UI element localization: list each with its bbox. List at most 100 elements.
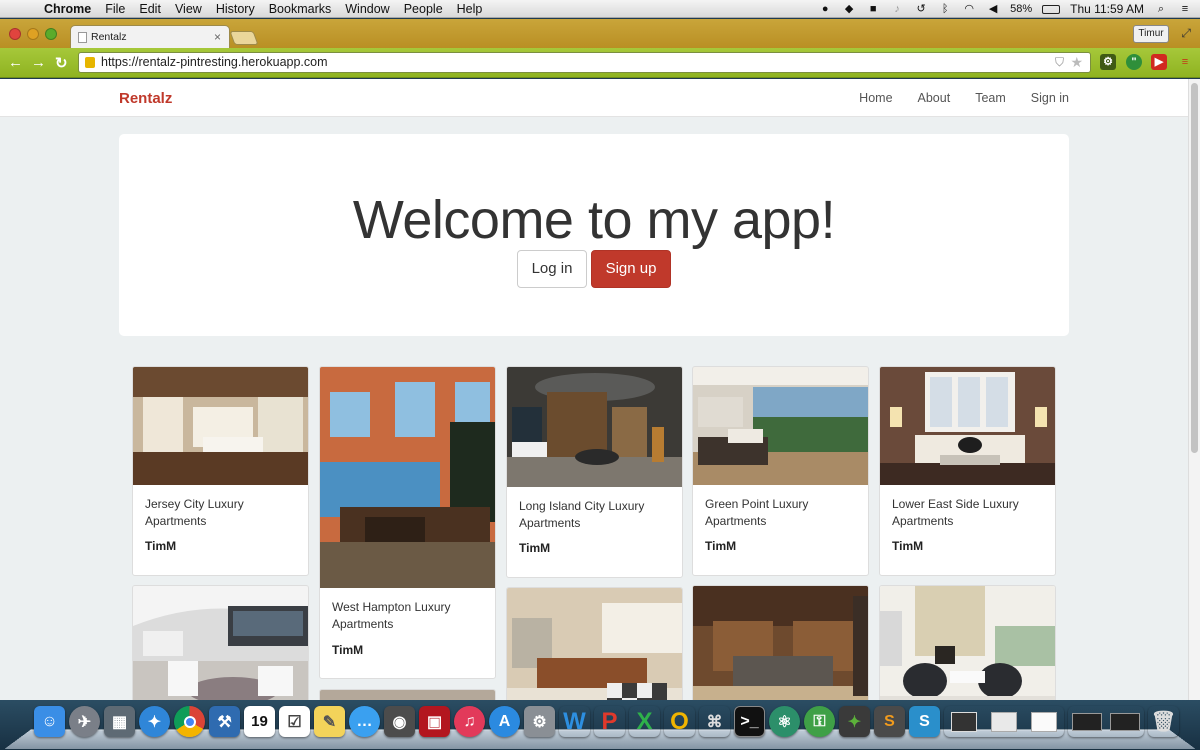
app-menu[interactable]: Chrome bbox=[44, 2, 98, 16]
settings-extension-icon[interactable]: ⚙ bbox=[1100, 54, 1116, 70]
fullscreen-icon[interactable]: ⤢ bbox=[1181, 26, 1191, 41]
hangouts-extension-icon[interactable]: " bbox=[1126, 54, 1142, 70]
listing-card[interactable] bbox=[506, 587, 683, 700]
sign-up-button[interactable]: Sign up bbox=[591, 250, 671, 288]
menu-window[interactable]: Window bbox=[338, 2, 396, 16]
listing-title[interactable]: West Hampton Luxury Apartments bbox=[332, 599, 482, 633]
reload-icon[interactable]: ↻ bbox=[55, 54, 68, 72]
new-tab-button[interactable] bbox=[229, 31, 259, 45]
reminders-icon[interactable]: ☑ bbox=[279, 706, 310, 737]
notes-icon[interactable]: ✎ bbox=[314, 706, 345, 737]
facetime-icon[interactable]: ◉ bbox=[384, 706, 415, 737]
menu-history[interactable]: History bbox=[209, 2, 262, 16]
back-icon[interactable]: ← bbox=[8, 54, 23, 71]
shield-icon[interactable]: ⛉ bbox=[1055, 55, 1064, 70]
listing-title[interactable]: Jersey City Luxury Apartments bbox=[145, 496, 295, 530]
page-favicon-icon bbox=[78, 32, 87, 43]
system-preferences-icon[interactable]: ⚙ bbox=[524, 706, 555, 737]
listing-title[interactable]: Lower East Side Luxury Apartments bbox=[892, 496, 1042, 530]
listing-card[interactable]: Long Island City Luxury Apartments TimM bbox=[506, 366, 683, 578]
calendar-icon[interactable]: 19 bbox=[244, 706, 275, 737]
listing-card[interactable] bbox=[132, 585, 309, 700]
sublime-icon[interactable]: S bbox=[874, 706, 905, 737]
menu-people[interactable]: People bbox=[397, 2, 450, 16]
https-lock-icon[interactable] bbox=[85, 57, 95, 68]
app-store-icon[interactable]: A bbox=[489, 706, 520, 737]
trash-icon[interactable]: 🗑 bbox=[1148, 706, 1179, 737]
listing-author: TimM bbox=[145, 539, 177, 553]
chrome-menu-icon[interactable]: ≡ bbox=[1177, 54, 1193, 70]
page-scrollbar[interactable] bbox=[1188, 79, 1200, 700]
bookmark-star-icon[interactable]: ★ bbox=[1070, 54, 1083, 71]
messages-icon[interactable]: … bbox=[349, 706, 380, 737]
listing-card[interactable] bbox=[692, 585, 869, 700]
launchpad-icon[interactable]: ✈ bbox=[69, 706, 100, 737]
listing-author: TimM bbox=[705, 539, 737, 553]
xcode-icon[interactable]: ⚒ bbox=[209, 706, 240, 737]
zoom-window-icon[interactable] bbox=[45, 28, 57, 40]
keychain-icon[interactable]: ⚿ bbox=[804, 706, 835, 737]
outlook-icon[interactable]: O bbox=[664, 706, 695, 737]
chrome-icon[interactable] bbox=[174, 706, 205, 737]
nav-sign-in[interactable]: Sign in bbox=[1031, 91, 1069, 105]
notification-center-icon[interactable]: ≡ bbox=[1178, 3, 1192, 15]
time-machine-icon[interactable]: ↺ bbox=[914, 3, 928, 15]
network-icon[interactable]: ⌘ bbox=[699, 706, 730, 737]
word-icon[interactable]: W bbox=[559, 706, 590, 737]
nav-team[interactable]: Team bbox=[975, 91, 1006, 105]
listing-card[interactable] bbox=[879, 585, 1056, 700]
bluetooth-icon[interactable]: ᛒ bbox=[938, 3, 952, 15]
preview-icon[interactable]: ▦ bbox=[104, 706, 135, 737]
nav-home[interactable]: Home bbox=[859, 91, 892, 105]
nav-about[interactable]: About bbox=[918, 91, 951, 105]
youtube-extension-icon[interactable]: ▶ bbox=[1151, 54, 1167, 70]
atom-icon[interactable]: ⚛ bbox=[769, 706, 800, 737]
notification-icon[interactable]: ◆ bbox=[842, 3, 856, 15]
terminal-icon[interactable]: >_ bbox=[734, 706, 765, 737]
web-page: Rentalz Home About Team Sign in Welcome … bbox=[0, 79, 1188, 700]
evernote-status-icon[interactable]: ● bbox=[818, 3, 832, 15]
alert-icon[interactable]: ■ bbox=[866, 3, 880, 15]
battery-icon[interactable] bbox=[1042, 4, 1061, 14]
minimize-window-icon[interactable] bbox=[27, 28, 39, 40]
listing-card[interactable]: West Hampton Luxury Apartments TimM bbox=[319, 366, 496, 679]
minimized-windows[interactable] bbox=[1068, 706, 1144, 737]
listing-card[interactable]: Lower East Side Luxury Apartments TimM bbox=[879, 366, 1056, 576]
log-in-button[interactable]: Log in bbox=[517, 250, 587, 288]
browser-tab-rentalz[interactable]: Rentalz × bbox=[70, 25, 230, 48]
listing-card[interactable]: Green Point Luxury Apartments TimM bbox=[692, 366, 869, 576]
listing-card[interactable] bbox=[319, 689, 496, 700]
site-brand[interactable]: Rentalz bbox=[119, 90, 172, 107]
menu-bookmarks[interactable]: Bookmarks bbox=[262, 2, 339, 16]
tab-close-icon[interactable]: × bbox=[214, 30, 221, 44]
safari-icon[interactable]: ✦ bbox=[139, 706, 170, 737]
clock[interactable]: Thu 11:59 AM bbox=[1070, 2, 1144, 16]
listing-photo bbox=[693, 367, 868, 485]
window-thumbnails[interactable] bbox=[944, 706, 1064, 737]
menu-help[interactable]: Help bbox=[450, 2, 490, 16]
listing-title[interactable]: Green Point Luxury Apartments bbox=[705, 496, 855, 530]
spotlight-icon[interactable]: ⌕ bbox=[1154, 3, 1168, 15]
photo-booth-icon[interactable]: ▣ bbox=[419, 706, 450, 737]
excel-icon[interactable]: X bbox=[629, 706, 660, 737]
evernote-icon[interactable]: ✦ bbox=[839, 706, 870, 737]
listing-title[interactable]: Long Island City Luxury Apartments bbox=[519, 498, 669, 532]
menu-view[interactable]: View bbox=[168, 2, 209, 16]
forward-icon[interactable]: → bbox=[31, 54, 46, 71]
listing-photo bbox=[133, 586, 308, 700]
menu-file[interactable]: File bbox=[98, 2, 132, 16]
scrollbar-thumb[interactable] bbox=[1191, 83, 1198, 453]
listing-card[interactable]: Jersey City Luxury Apartments TimM bbox=[132, 366, 309, 576]
finder-icon[interactable]: ☺ bbox=[34, 706, 65, 737]
address-bar[interactable]: https://rentalz-pintresting.herokuapp.co… bbox=[78, 52, 1091, 73]
menu-edit[interactable]: Edit bbox=[132, 2, 168, 16]
close-window-icon[interactable] bbox=[9, 28, 21, 40]
express-icon[interactable]: S bbox=[909, 706, 940, 737]
itunes-icon[interactable]: ♫ bbox=[454, 706, 485, 737]
profile-button[interactable]: Timur bbox=[1133, 25, 1169, 43]
bell-icon[interactable]: ♪ bbox=[890, 3, 904, 15]
powerpoint-icon[interactable]: P bbox=[594, 706, 625, 737]
volume-icon[interactable]: ◀ bbox=[986, 3, 1000, 15]
browser-toolbar: ← → ↻ https://rentalz-pintresting.heroku… bbox=[0, 48, 1200, 78]
wifi-icon[interactable]: ◠ bbox=[962, 3, 976, 15]
